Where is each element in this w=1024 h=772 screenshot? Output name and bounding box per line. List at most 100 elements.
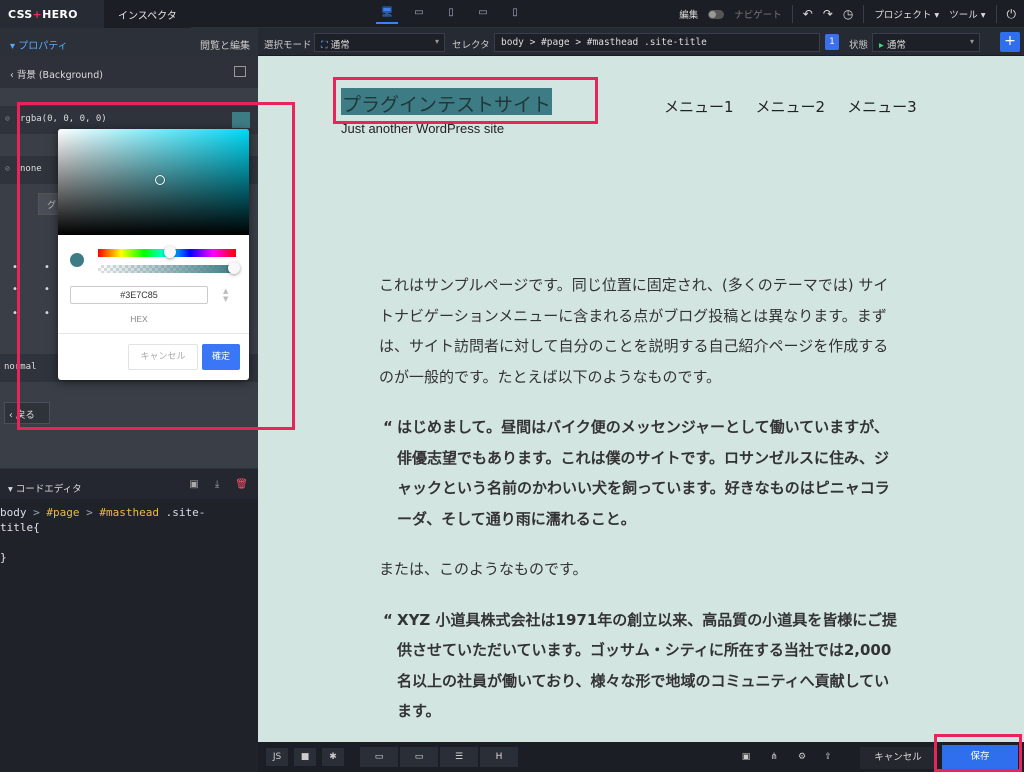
save-button[interactable]: 保存 (942, 745, 1018, 769)
code-editor-header[interactable]: ▾ コードエディタ ▣ ⤓ 🗑 (0, 469, 258, 499)
top-right-controls: 編集 ナビゲート ↶ ↷ ◷ プロジェクト ▾ ツール ▾ ⏻ (679, 0, 1016, 28)
position-dot[interactable]: • (44, 308, 50, 319)
blend-mode-value: normal (4, 362, 37, 372)
divider (791, 5, 793, 23)
sitemap-icon[interactable]: ⋔ (764, 748, 784, 766)
save-icon[interactable]: ▣ (189, 479, 198, 490)
page-content: これはサンプルページです。同じ位置に固定され、(多くのテーマでは) サイトナビゲ… (379, 270, 899, 727)
tools-menu[interactable]: ツール ▾ (949, 7, 985, 21)
breadcrumb-header-icon[interactable]: ☰ (440, 747, 478, 767)
selector-label: セレクタ (452, 40, 490, 51)
phone-icon[interactable]: ▯ (504, 4, 526, 24)
back-button[interactable]: ‹ 戻る (4, 402, 50, 424)
quote-mark: “ (383, 610, 393, 629)
position-dot[interactable]: • (12, 308, 18, 319)
alpha-handle[interactable] (228, 262, 240, 274)
js-button[interactable]: JS (266, 748, 288, 766)
hex-input[interactable]: #3E7C85 (70, 286, 208, 304)
selection-mode-label: 選択モード (264, 40, 312, 51)
menu-item[interactable]: メニュー2 (756, 96, 826, 117)
play-icon: ▸ (879, 40, 884, 51)
project-menu[interactable]: プロジェクト ▾ (874, 7, 939, 21)
logo: CSS+HERO (0, 0, 104, 28)
picker-confirm-button[interactable]: 確定 (202, 344, 240, 370)
state-label: 状態 (849, 40, 869, 51)
gear-icon[interactable]: ⚙ (792, 748, 812, 766)
selection-mode-select[interactable]: ⛶ 通常 ▾ (314, 33, 445, 52)
site-preview: プラグインテストサイト Just another WordPress site … (258, 56, 1024, 742)
site-menu: メニュー1 メニュー2 メニュー3 (664, 96, 917, 117)
select-mode-icon: ⛶ (321, 40, 328, 51)
hue-handle[interactable] (164, 246, 176, 258)
position-dot[interactable]: • (12, 262, 18, 273)
top-bar: CSS+HERO インスペクタ 🖥 ▭ ▯ ▭ ▯ 編集 ナビゲート ↶ ↷ ◷… (0, 0, 1024, 28)
video-icon[interactable]: ■ (294, 748, 316, 766)
laptop-icon[interactable]: ▭ (408, 4, 430, 24)
saturation-cursor[interactable] (155, 175, 165, 185)
divider (58, 333, 249, 334)
breadcrumb-h[interactable]: H (480, 747, 518, 767)
background-section-header[interactable]: ‹ 背景 (Background) (0, 56, 258, 88)
menu-item[interactable]: メニュー3 (847, 96, 917, 117)
saturation-area[interactable] (58, 129, 249, 235)
trash-icon[interactable]: 🗑 (235, 479, 248, 490)
undo-icon[interactable]: ↶ (803, 7, 813, 21)
selector-input[interactable]: body > #page > #masthead .site-title (494, 33, 820, 52)
blockquote: “はじめまして。昼間はバイク便のメッセンジャーとして働いていますが、俳優志望でも… (379, 412, 899, 534)
code-editor-panel: ▾ コードエディタ ▣ ⤓ 🗑 body > #page > #masthead… (0, 468, 258, 772)
link-icon: ⊘ (5, 114, 10, 123)
bottom-bar: JS ■ ✱ ▭ ▭ ☰ H ▣ ⋔ ⚙ ⇪ キャンセル 保存 (258, 742, 1024, 772)
tablet-icon[interactable]: ▯ (440, 4, 462, 24)
export-icon[interactable]: ⇪ (818, 748, 838, 766)
navigate-label: ナビゲート (734, 10, 782, 21)
breadcrumb-page-icon[interactable]: ▭ (400, 747, 438, 767)
alpha-slider[interactable] (98, 265, 236, 273)
layout-icon[interactable]: ▣ (736, 748, 756, 766)
edit-navigate-toggle[interactable] (708, 9, 725, 19)
hex-label: HEX (130, 314, 148, 324)
breadcrumb-window-icon[interactable]: ▭ (360, 747, 398, 767)
tablet-landscape-icon[interactable]: ▭ (472, 4, 494, 24)
chevron-down-icon: ▾ (434, 37, 439, 46)
css-hero-app: CSS+HERO インスペクタ 🖥 ▭ ▯ ▭ ▯ 編集 ナビゲート ↶ ↷ ◷… (0, 0, 1024, 772)
paragraph: これはサンプルページです。同じ位置に固定され、(多くのテーマでは) サイトナビゲ… (379, 276, 889, 386)
bug-icon[interactable]: ✱ (322, 748, 344, 766)
history-icon[interactable]: ◷ (843, 7, 853, 21)
edit-label: 編集 (679, 10, 699, 21)
properties-header[interactable]: ▾ プロパティ 閲覧と編集 (0, 28, 258, 56)
redo-icon[interactable]: ↷ (823, 7, 833, 21)
paragraph: または、このようなものです。 (379, 560, 588, 578)
site-tagline: Just another WordPress site (341, 121, 505, 136)
format-toggle-icon[interactable]: ▲ ▼ (223, 287, 228, 303)
blockquote: “XYZ 小道具株式会社は1971年の創立以来、高品質の小道具を皆様にご提供させ… (379, 605, 899, 727)
code-editor-actions: ▣ ⤓ 🗑 (189, 479, 248, 490)
chevron-down-icon: ▾ (969, 37, 974, 46)
site-title[interactable]: プラグインテストサイト (341, 88, 553, 116)
quote-mark: “ (383, 418, 393, 436)
device-switcher: 🖥 ▭ ▯ ▭ ▯ (376, 4, 526, 24)
picker-cancel-button[interactable]: キャンセル (128, 344, 198, 370)
background-color-value: rgba(0, 0, 0, 0) (20, 114, 107, 124)
download-icon[interactable]: ⤓ (215, 479, 219, 490)
color-swatch[interactable] (232, 112, 250, 128)
position-dot[interactable]: • (44, 284, 50, 295)
menu-item[interactable]: メニュー1 (664, 96, 734, 117)
tab-inspector[interactable]: インスペクタ (104, 0, 191, 28)
position-dot[interactable]: • (44, 262, 50, 273)
divider (995, 5, 997, 23)
selector-bar: ▾ プロパティ 閲覧と編集 選択モード ⛶ 通常 ▾ セレクタ body > #p… (0, 28, 1024, 56)
match-count-badge: 1 (825, 34, 839, 50)
desktop-icon[interactable]: 🖥 (376, 4, 398, 24)
divider (863, 5, 865, 23)
add-button[interactable]: + (1000, 32, 1020, 52)
color-picker: #3E7C85 ▲ ▼ HEX キャンセル 確定 (58, 129, 249, 380)
image-icon[interactable] (234, 66, 246, 77)
code-text[interactable]: body > #page > #masthead .site- title{ } (0, 505, 205, 565)
cancel-button[interactable]: キャンセル (860, 747, 936, 769)
view-edit-label[interactable]: 閲覧と編集 (200, 37, 250, 52)
color-preview (70, 253, 84, 267)
position-dot[interactable]: • (12, 284, 18, 295)
state-select[interactable]: ▸ 通常 ▾ (872, 33, 980, 52)
background-image-value: none (20, 164, 42, 174)
power-icon[interactable]: ⏻ (1007, 7, 1017, 22)
